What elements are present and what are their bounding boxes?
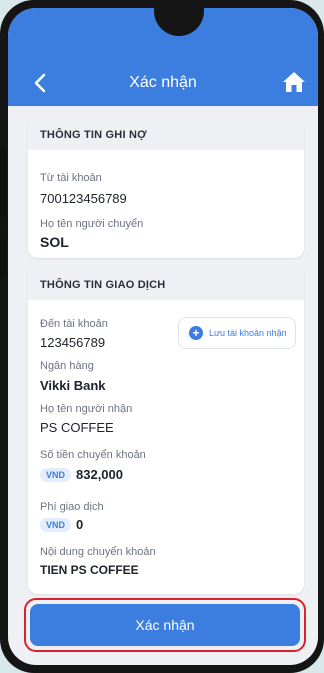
save-recipient-button[interactable]: + Lưu tài khoản nhận bbox=[178, 317, 296, 349]
home-button[interactable] bbox=[282, 70, 306, 94]
to-account-value: 123456789 bbox=[40, 335, 106, 350]
to-account-label: Đến tài khoản bbox=[40, 318, 108, 330]
amount-value: 832,000 bbox=[76, 467, 123, 482]
app-screen: Xác nhận THÔNG TIN GHI NỢ Từ tài khoản 7… bbox=[8, 8, 318, 665]
recipient-label: Họ tên người nhận bbox=[40, 403, 133, 415]
content-label: Nội dung chuyển khoản bbox=[40, 546, 156, 558]
recipient-value: PS COFFEE bbox=[40, 420, 114, 435]
amount-label: Số tiền chuyển khoản bbox=[40, 449, 146, 461]
transaction-section-title: THÔNG TIN GIAO DỊCH bbox=[28, 266, 304, 300]
fee-label: Phí giao dịch bbox=[40, 501, 104, 513]
sender-name-label: Họ tên người chuyển bbox=[40, 218, 144, 230]
amount-currency-badge: VND bbox=[40, 468, 72, 482]
confirm-highlight: Xác nhận bbox=[24, 598, 306, 652]
from-account-value: 700123456789 bbox=[40, 191, 127, 206]
content-value: TIEN PS COFFEE bbox=[40, 563, 139, 577]
debit-info-card: THÔNG TIN GHI NỢ Từ tài khoản 7001234567… bbox=[28, 116, 304, 258]
bank-value: Vikki Bank bbox=[40, 378, 106, 393]
home-icon bbox=[283, 72, 305, 92]
from-account-label: Từ tài khoản bbox=[40, 172, 102, 184]
phone-side-button bbox=[0, 148, 6, 218]
page-title: Xác nhận bbox=[129, 74, 197, 91]
save-recipient-label: Lưu tài khoản nhận bbox=[209, 328, 287, 338]
sender-name-value: SOL bbox=[40, 234, 69, 250]
phone-frame: Xác nhận THÔNG TIN GHI NỢ Từ tài khoản 7… bbox=[0, 0, 324, 673]
confirm-button[interactable]: Xác nhận bbox=[30, 604, 300, 646]
fee-currency-badge: VND bbox=[40, 518, 72, 532]
fee-value: 0 bbox=[76, 517, 84, 532]
plus-circle-icon: + bbox=[189, 326, 203, 340]
bank-label: Ngân hàng bbox=[40, 360, 94, 372]
phone-side-button bbox=[0, 238, 6, 278]
transaction-info-card: THÔNG TIN GIAO DỊCH Đến tài khoản 123456… bbox=[28, 266, 304, 594]
debit-section-title: THÔNG TIN GHI NỢ bbox=[28, 116, 304, 150]
